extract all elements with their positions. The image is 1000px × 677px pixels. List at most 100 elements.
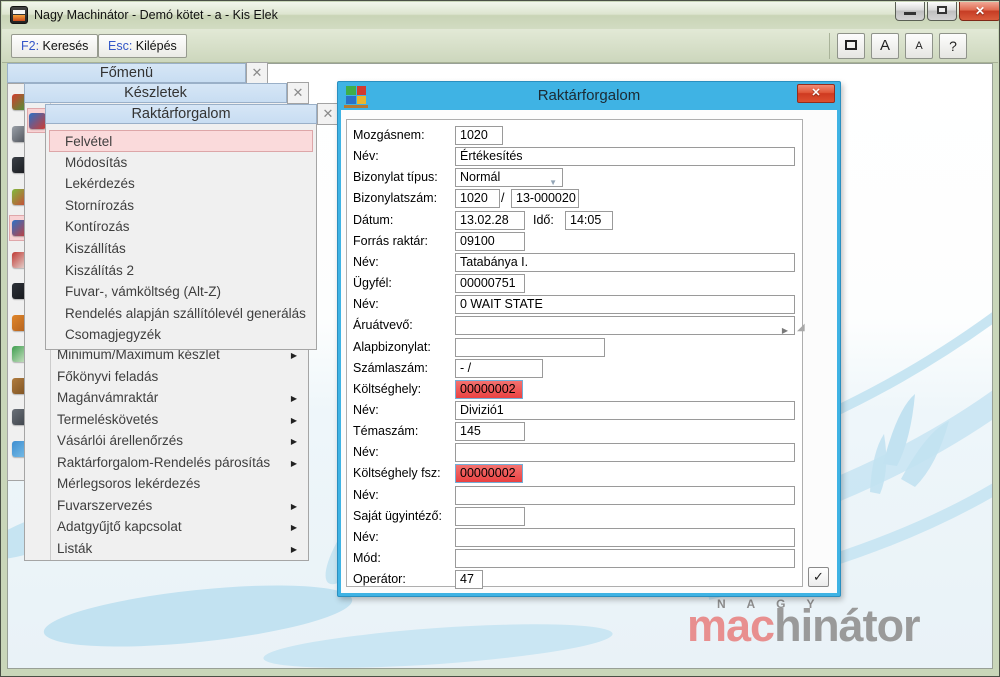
raktarforgalom-menu-item[interactable]: Csomagjegyzék [49,324,313,346]
raktarforgalom-menu-item[interactable]: Rendelés alapján szállítólevél generálás [49,303,313,325]
keszletek-menu-item[interactable]: Mérlegsoros lekérdezés [26,473,307,495]
aruatvevo-label: Áruátvevő: [353,318,413,333]
form-row-mod: Mód: [347,549,802,569]
form-row-nev7: Név: [347,527,802,548]
forras_raktar-label: Forrás raktár: [353,233,429,248]
help-button[interactable]: ? [939,33,967,59]
font-increase-button[interactable]: A [871,33,899,59]
toolbar-separator [829,33,830,59]
temaszam-input[interactable]: 145 [455,422,525,442]
maximize-button[interactable] [927,2,957,21]
form-row-temaszam: Témaszám: 145 [347,422,802,442]
dialog-titlebar[interactable]: Raktárforgalom ✕ [338,82,840,110]
raktarforgalom-menu-item[interactable]: Lekérdezés [49,173,313,195]
raktarforgalom-menu-item[interactable]: Módosítás [49,152,313,174]
form-row-szamlaszam: Számlaszám: - / [347,358,802,379]
brand-logo-main: machinátor [687,600,921,651]
confirm-button[interactable]: ✓ [808,567,829,587]
close-button[interactable]: ✕ [959,2,999,21]
app-window: Nagy Machinátor - Demó kötet - a - Kis E… [0,0,1000,677]
nev4-input[interactable]: Divizió1 [455,400,795,420]
nev3-label: Név: [353,297,379,312]
mozgasnem-input[interactable]: 1020 [455,126,503,145]
fomenu-close-button[interactable]: ✕ [246,62,268,84]
window-titlebar[interactable]: Nagy Machinátor - Demó kötet - a - Kis E… [2,2,999,29]
datum-second-input[interactable]: 14:05 [565,210,613,230]
form-row-nev2: Név: Tatabánya I. [347,252,802,273]
submenu-arrow-icon: ▶ [290,501,297,511]
dialog-close-button[interactable]: ✕ [797,84,835,103]
keszletek-menu-item[interactable]: Vásárlói árellenőrzés ▶ [26,430,307,452]
forras_raktar-input[interactable]: 09100 [455,231,525,251]
ugyfel-input[interactable]: 00000751 [455,274,525,294]
raktarforgalom-menu-list: Felvétel Módosítás Lekérdezés Stornírozás Ko… [47,130,315,346]
bizonylatszam-input[interactable]: 1020 [455,189,500,209]
keszletek-close-button[interactable]: ✕ [287,82,309,104]
ugyfel-label: Ügyfél: [353,276,392,291]
menu-item-label: Stornírozás [65,197,135,213]
raktarforgalom-menu-item[interactable]: Fuvar-, vámköltség (Alt-Z) [49,281,313,303]
datum-second-label: Idő: [533,212,554,227]
koltseghely-input[interactable]: 00000002 [455,379,523,399]
nev4-label: Név: [353,402,379,417]
bizonylatszam-second-input[interactable]: 13-000020 [511,189,579,209]
bizonylat_tipus-input[interactable]: Normál ▼ [455,168,563,188]
nev7-input[interactable] [455,527,795,547]
window-mode-button[interactable] [837,33,865,59]
raktarforgalom-menu-item[interactable]: Kontírozás [49,216,313,238]
menu-item-label: Fuvarszervezés [57,497,153,513]
aruatvevo-input[interactable]: ▶ [455,316,795,336]
keszletek-menu-item[interactable]: Főkönyvi feladás [26,366,307,388]
menu-item-label: Lekérdezés [65,176,135,192]
keszletek-menu-item[interactable]: Raktárforgalom-Rendelés párosítás ▶ [26,452,307,474]
menu-item-label: Főkönyvi feladás [57,368,159,384]
menu-item-label: Kiszálítás 2 [65,262,135,278]
nev2-label: Név: [353,254,379,269]
datum-input[interactable]: 13.02.28 [455,210,525,230]
fomenu-titlebar[interactable]: Főmenü [7,63,246,83]
raktarforgalom-menu-close-button[interactable]: ✕ [317,103,339,125]
app-icon [10,6,28,24]
keszletek-menu-item[interactable]: Termeléskövetés ▶ [26,409,307,431]
mod-input[interactable] [455,549,795,568]
form-row-forras_raktar: Forrás raktár: 09100 [347,231,802,252]
menu-item-label: Módosítás [65,154,128,170]
nev5-input[interactable] [455,443,795,463]
nev2-input[interactable]: Tatabánya I. [455,252,795,272]
expand-corner-icon[interactable]: ◢ [797,322,805,333]
szamlaszam-input[interactable]: - / [455,358,543,378]
lookup-arrow-icon[interactable]: ▶ [782,322,788,334]
minimize-icon [904,12,916,15]
close-icon: ✕ [974,4,986,18]
nev1-input[interactable]: Értékesítés [455,147,795,167]
form-row-nev5: Név: [347,443,802,463]
mozgasnem-label: Mozgásnem: [353,128,425,142]
operator-input[interactable]: 47 [455,570,483,590]
font-decrease-button[interactable]: A [905,33,933,59]
dropdown-arrow-icon[interactable]: ▼ [549,174,557,186]
raktarforgalom-menu-item[interactable]: Kiszálítás 2 [49,260,313,282]
minimize-button[interactable] [895,2,925,21]
form-row-alapbizonylat: Alapbizonylat: [347,337,802,358]
keszletek-menu-item[interactable]: Magánvámraktár ▶ [26,387,307,409]
keszletek-menu-item[interactable]: Listák ▶ [26,538,307,560]
menu-item-label: Vásárlói árellenőrzés [57,433,184,448]
search-button[interactable]: F2: Keresés [11,34,99,58]
alapbizonylat-input[interactable] [455,337,605,357]
submenu-arrow-icon: ▶ [290,544,297,554]
nev3-input[interactable]: 0 WAIT STATE [455,295,795,315]
raktarforgalom-menu-item[interactable]: Kiszállítás [49,238,313,260]
keszletek-menu-item[interactable]: Fuvarszervezés ▶ [26,495,307,517]
raktarforgalom-menu-titlebar[interactable]: Raktárforgalom [45,104,317,124]
koltseghely_fsz-input[interactable]: 00000002 [455,464,523,484]
raktarforgalom-menu-item[interactable]: Felvétel [49,130,313,152]
sajat_ugyintezo-input[interactable] [455,506,525,526]
form-row-bizonylat_tipus: Bizonylat típus: Normál ▼ [347,168,802,188]
exit-button[interactable]: Esc: Kilépés [98,34,187,58]
keszletek-titlebar[interactable]: Készletek [24,83,287,103]
submenu-arrow-icon: ▶ [290,415,297,425]
raktarforgalom-menu-item[interactable]: Stornírozás [49,195,313,217]
keszletek-menu-item[interactable]: Adatgyűjtő kapcsolat ▶ [26,516,307,538]
menu-item-label: Rendelés alapján szállítólevél generálás [65,305,306,321]
nev6-input[interactable] [455,485,795,505]
